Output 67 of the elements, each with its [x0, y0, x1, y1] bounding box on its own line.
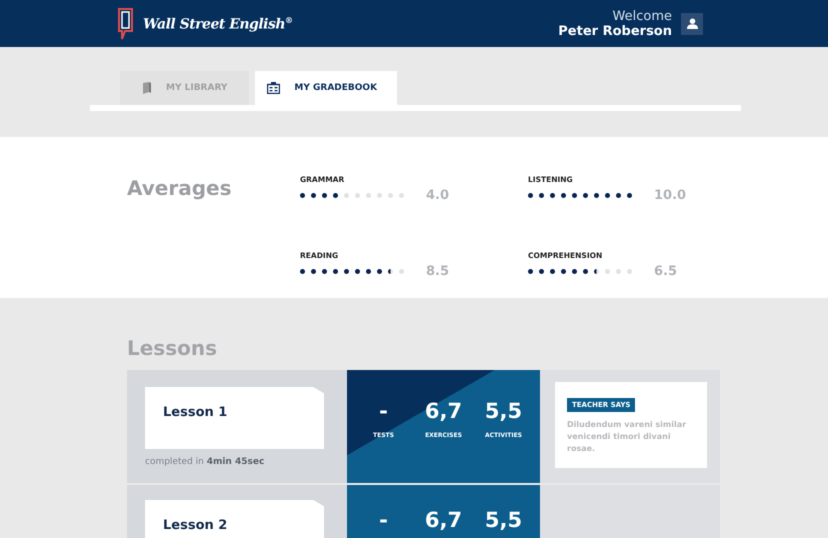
dot-icon — [594, 193, 599, 198]
dot-icon — [528, 268, 533, 274]
score-value: 5,5 — [484, 507, 522, 533]
brand-name: Wall Street English$^{®}$ — [143, 14, 293, 32]
dot-icon — [594, 268, 599, 274]
dot-icon — [572, 193, 577, 198]
skill-score: 4.0 — [426, 188, 450, 203]
dot-icon — [344, 268, 349, 274]
user-avatar-button[interactable] — [681, 12, 703, 34]
dot-icon — [388, 268, 393, 274]
dot-icon — [627, 193, 632, 198]
lesson-card[interactable]: Lesson 2 — [145, 500, 324, 538]
dot-icon — [550, 193, 555, 198]
dot-icon — [616, 268, 621, 274]
dot-icon — [583, 268, 588, 274]
score-value: - — [379, 507, 388, 533]
dot-icon — [539, 268, 544, 274]
dot-icon — [616, 193, 621, 198]
dot-icon — [550, 268, 555, 274]
teacher-comment: Diludendum vareni similar venicendi timori divani rosae. — [567, 419, 688, 455]
dot-icon — [311, 268, 316, 274]
skill-score: 10.0 — [654, 188, 686, 203]
dot-icon — [561, 268, 566, 274]
dot-icon — [311, 193, 316, 198]
skill-score: 8.5 — [426, 264, 450, 278]
user-icon — [686, 18, 698, 29]
skill-score: 6.5 — [654, 264, 678, 278]
completion-time: completed in 4min 45sec — [145, 457, 266, 467]
dot-icon — [355, 268, 360, 274]
user-name: Peter Roberson — [558, 24, 672, 38]
welcome-text: Welcome — [612, 8, 672, 24]
dot-icon — [583, 193, 588, 198]
dot-icon — [605, 193, 610, 198]
dot-icon — [399, 268, 404, 274]
dot-icon — [561, 193, 566, 198]
dot-icon — [300, 268, 305, 274]
dot-icon — [366, 268, 371, 274]
dot-icon — [344, 193, 349, 198]
dot-icon — [528, 193, 533, 198]
dot-icon — [333, 193, 338, 198]
logo-icon — [117, 6, 135, 40]
dot-icon — [355, 193, 360, 198]
score-value: 6,7 — [424, 507, 462, 533]
dot-icon — [388, 193, 393, 198]
dot-icon — [399, 193, 404, 198]
score-value: - — [379, 398, 388, 424]
section-title: Lessons — [127, 336, 218, 360]
book-icon — [142, 82, 152, 94]
score-value: 6,7 — [424, 398, 462, 424]
score-value: 5,5 — [484, 398, 522, 424]
dot-icon — [377, 193, 382, 198]
dot-icon — [572, 268, 577, 274]
dot-icon — [366, 193, 371, 198]
dot-icon — [322, 193, 327, 198]
dot-icon — [605, 268, 610, 274]
dot-icon — [333, 268, 338, 274]
section-title: Averages — [127, 175, 233, 202]
lesson-title: Lesson 1 — [163, 405, 228, 420]
dot-icon — [377, 268, 382, 274]
gradebook-icon — [267, 82, 280, 94]
dot-icon — [300, 193, 305, 198]
tab[interactable]: MY GRADEBOOK — [255, 71, 398, 105]
lesson-title: Lesson 2 — [163, 518, 228, 533]
dot-icon — [627, 268, 632, 274]
dot-icon — [539, 193, 544, 198]
lesson-card[interactable]: Lesson 1 — [145, 387, 324, 449]
dot-icon — [322, 268, 327, 274]
